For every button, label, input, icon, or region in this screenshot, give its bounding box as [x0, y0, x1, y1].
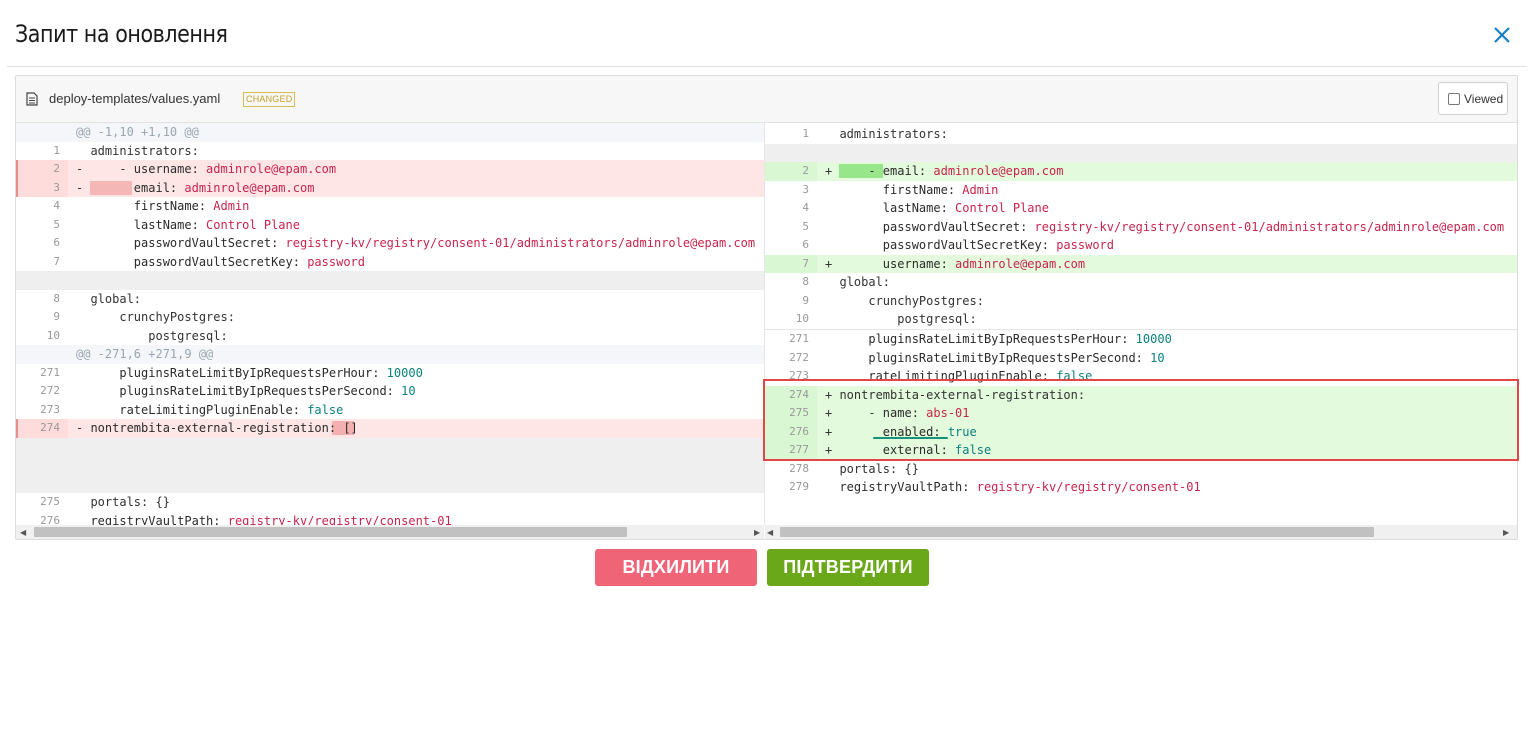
diff-line: 8 global: — [765, 273, 1517, 292]
diff-line: 278 portals: {} — [765, 459, 1517, 478]
diff-line: 272 pluginsRateLimitByIpRequestsPerSecon… — [765, 348, 1517, 367]
diff-line-added: 7 + username: adminrole@epam.com — [765, 254, 1517, 273]
diff-line: 6 passwordVaultSecret: registry-kv/regis… — [16, 234, 764, 253]
diff-line: 271 pluginsRateLimitByIpRequestsPerHour:… — [16, 363, 764, 382]
scroll-right-arrow-icon[interactable]: ▶ — [754, 528, 760, 537]
diff-line: 9 crunchyPostgres: — [16, 308, 764, 327]
diff-line-empty — [16, 437, 764, 493]
diff-viewer: deploy-templates/values.yaml CHANGED Vie… — [15, 75, 1518, 540]
diff-pane-old: @@ -1,10 +1,10 @@ 1 administrators: 2- -… — [16, 123, 765, 525]
changed-badge: CHANGED — [243, 92, 296, 107]
dialog-header: Запит на оновлення — [0, 0, 1532, 66]
viewed-toggle[interactable]: Viewed — [1438, 82, 1508, 115]
reject-button[interactable]: ВІДХИЛИТИ — [595, 549, 757, 586]
diff-pane-new: 1 administrators: 2 + - email: adminrole@… — [765, 123, 1517, 525]
diff-line: 1 administrators: — [765, 125, 1517, 144]
diff-line: 271 pluginsRateLimitByIpRequestsPerHour:… — [765, 330, 1517, 349]
diff-line: 272 pluginsRateLimitByIpRequestsPerSecon… — [16, 382, 764, 401]
diff-line-removed: 274- nontrembita-external-registration: … — [16, 419, 764, 438]
diff-line: 5 lastName: Control Plane — [16, 215, 764, 234]
viewed-label: Viewed — [1464, 92, 1504, 106]
scrollbar-thumb[interactable] — [34, 527, 627, 537]
scroll-left-arrow-icon[interactable]: ◀ — [767, 528, 773, 537]
highlight-underline — [873, 437, 948, 439]
scroll-left-arrow-icon[interactable]: ◀ — [20, 528, 26, 537]
diff-line: 279 registryVaultPath: registry-kv/regis… — [765, 478, 1517, 497]
close-icon[interactable] — [1492, 25, 1512, 45]
diff-line: 10 postgresql: — [765, 310, 1517, 329]
diff-line-removed: 2- - username: adminrole@epam.com — [16, 160, 764, 179]
dialog-title: Запит на оновлення — [15, 20, 228, 48]
diff-line: 276 registryVaultPath: registry-kv/regis… — [16, 511, 764, 525]
header-divider — [7, 66, 1527, 67]
confirm-button[interactable]: ПІДТВЕРДИТИ — [767, 549, 929, 586]
horizontal-scrollbar-old[interactable]: ◀ ▶ — [16, 525, 764, 539]
diff-line: 1 administrators: — [16, 141, 764, 160]
hunk-header: @@ -1,10 +1,10 @@ — [16, 123, 764, 142]
diff-line: 5 passwordVaultSecret: registry-kv/regis… — [765, 217, 1517, 236]
file-icon — [26, 92, 38, 106]
diff-line-added: 2 + - email: adminrole@epam.com — [765, 162, 1517, 181]
file-name[interactable]: deploy-templates/values.yaml — [49, 91, 220, 106]
hunk-header: @@ -271,6 +271,9 @@ — [16, 345, 764, 364]
horizontal-scrollbar-new[interactable]: ◀ ▶ — [765, 525, 1517, 539]
viewed-checkbox[interactable] — [1448, 93, 1460, 105]
diff-line: 275 portals: {} — [16, 493, 764, 512]
diff-line: 10 postgresql: — [16, 326, 764, 345]
diff-line: 273 rateLimitingPluginEnable: false — [16, 400, 764, 419]
diff-line-added: 277 + external: false — [765, 441, 1517, 460]
diff-line-empty — [16, 271, 764, 290]
diff-line: 273 rateLimitingPluginEnable: false — [765, 367, 1517, 386]
diff-line-empty — [765, 143, 1517, 162]
diff-line: 4 firstName: Admin — [16, 197, 764, 216]
diff-line: 3 firstName: Admin — [765, 180, 1517, 199]
diff-line: 6 passwordVaultSecretKey: password — [765, 236, 1517, 255]
diff-line-added: 275 + - name: abs-01 — [765, 404, 1517, 423]
diff-line-added: 274 + nontrembita-external-registration: — [765, 385, 1517, 404]
file-header: deploy-templates/values.yaml CHANGED Vie… — [16, 76, 1517, 123]
scrollbar-thumb[interactable] — [780, 527, 1374, 537]
diff-line: 8 global: — [16, 289, 764, 308]
diff-line-removed: 3- email: adminrole@epam.com — [16, 178, 764, 197]
diff-line: 4 lastName: Control Plane — [765, 199, 1517, 218]
scroll-right-arrow-icon[interactable]: ▶ — [1503, 528, 1509, 537]
diff-line: 7 passwordVaultSecretKey: password — [16, 252, 764, 271]
diff-line: 9 crunchyPostgres: — [765, 291, 1517, 310]
